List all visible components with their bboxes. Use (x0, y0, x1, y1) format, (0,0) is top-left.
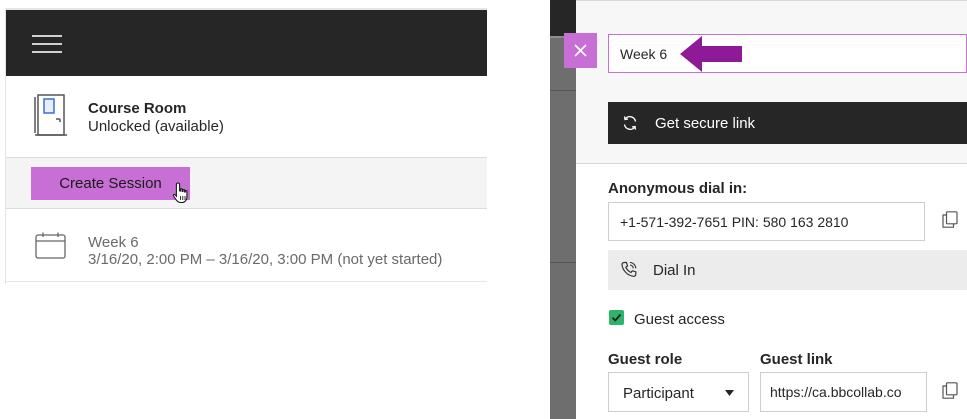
copy-icon[interactable] (942, 211, 958, 228)
session-name: Week 6 (88, 234, 139, 251)
arrow-left-icon (680, 36, 742, 72)
course-room-item[interactable]: Course Room Unlocked (available) (6, 76, 487, 158)
create-session-bar: Create Session (6, 158, 487, 209)
guest-role-value: Participant (623, 385, 694, 402)
close-button[interactable] (564, 33, 597, 68)
hand-cursor-icon (172, 182, 188, 204)
guest-access-label: Guest access (634, 311, 725, 328)
caret-down-icon (725, 390, 734, 396)
left-panel: Course Room Unlocked (available) Create … (5, 8, 487, 284)
get-secure-link-button[interactable]: Get secure link (608, 102, 967, 144)
course-room-title: Course Room (88, 100, 187, 117)
panel-divider (576, 163, 967, 164)
guest-role-select[interactable]: Participant (608, 372, 749, 412)
calendar-icon (35, 232, 66, 259)
anonymous-dial-label: Anonymous dial in: (608, 180, 748, 197)
dial-in-button[interactable]: Dial In (608, 250, 967, 290)
guest-role-label: Guest role (608, 351, 683, 368)
session-list-item[interactable]: Week 6 3/16/20, 2:00 PM – 3/16/20, 3:00 … (6, 210, 487, 282)
session-time: 3/16/20, 2:00 PM – 3/16/20, 3:00 PM (not… (88, 251, 443, 268)
door-icon (34, 94, 67, 136)
guest-link-label: Guest link (760, 351, 833, 368)
sync-icon (623, 116, 637, 130)
guest-link-field[interactable] (760, 372, 927, 412)
dial-number-field[interactable] (608, 202, 925, 241)
create-session-button[interactable]: Create Session (31, 167, 190, 200)
phone-icon (621, 261, 637, 277)
course-room-status: Unlocked (available) (88, 118, 224, 135)
checkmark-icon (611, 313, 622, 322)
dial-in-label: Dial In (653, 262, 696, 279)
app-header (6, 8, 487, 76)
get-secure-link-label: Get secure link (655, 115, 756, 132)
copy-icon[interactable] (942, 382, 958, 399)
close-icon (574, 44, 587, 57)
header-top-strip (6, 8, 487, 10)
session-name-input[interactable] (608, 34, 967, 73)
guest-access-checkbox[interactable] (609, 310, 624, 325)
hamburger-icon[interactable] (32, 35, 62, 53)
